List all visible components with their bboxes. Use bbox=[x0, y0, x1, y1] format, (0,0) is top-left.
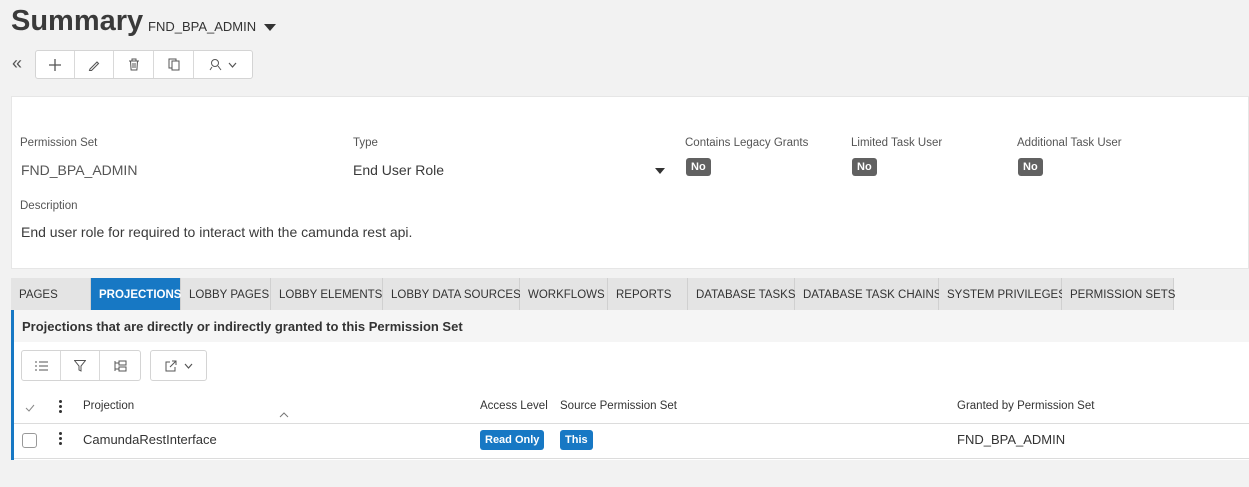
collapse-icon[interactable]: « bbox=[12, 54, 22, 72]
permission-set-label: Permission Set bbox=[20, 137, 98, 149]
granted-by-cell: FND_BPA_ADMIN bbox=[957, 432, 1066, 447]
filter-button[interactable] bbox=[61, 351, 100, 380]
row-menu-icon[interactable] bbox=[59, 432, 63, 447]
limited-task-user-label: Limited Task User bbox=[851, 137, 943, 149]
projections-panel: Projections that are directly or indirec… bbox=[11, 310, 1249, 460]
type-select[interactable]: End User Role bbox=[353, 162, 444, 178]
add-icon bbox=[49, 58, 61, 71]
tab-reports[interactable]: Reports bbox=[608, 278, 688, 311]
command-toolbar bbox=[35, 50, 253, 79]
additional-task-user-badge: No bbox=[1018, 158, 1043, 176]
permission-set-value: FND_BPA_ADMIN bbox=[21, 162, 138, 178]
duplicate-button[interactable] bbox=[154, 51, 194, 78]
row-checkbox[interactable] bbox=[22, 433, 37, 448]
type-label: Type bbox=[353, 137, 378, 149]
access-level-badge: Read Only bbox=[480, 430, 545, 450]
column-menu-icon[interactable] bbox=[59, 400, 63, 415]
delete-button[interactable] bbox=[114, 51, 154, 78]
copy-icon bbox=[168, 58, 179, 71]
header-divider bbox=[14, 423, 1249, 424]
tab-lobby-elements[interactable]: Lobby Elements bbox=[271, 278, 383, 311]
description-label: Description bbox=[20, 200, 78, 212]
tab-projections[interactable]: Projections bbox=[91, 278, 181, 311]
export-button[interactable] bbox=[151, 351, 206, 380]
additional-task-user-label: Additional Task User bbox=[1017, 137, 1122, 149]
column-chooser-button[interactable] bbox=[22, 351, 61, 380]
legacy-grants-badge: No bbox=[686, 158, 711, 176]
grouping-icon bbox=[114, 360, 126, 371]
delete-icon bbox=[128, 58, 139, 71]
filter-icon bbox=[74, 359, 86, 372]
page-title: Summary bbox=[11, 5, 144, 37]
caret-down-icon[interactable] bbox=[655, 168, 665, 174]
column-header-projection[interactable]: Projection bbox=[83, 400, 134, 412]
grid-toolbar bbox=[21, 350, 141, 381]
tab-lobby-pages[interactable]: Lobby Pages bbox=[181, 278, 271, 311]
permission-set-form: Permission Set FND_BPA_ADMIN Type End Us… bbox=[11, 96, 1249, 269]
panel-header: Projections that are directly or indirec… bbox=[14, 310, 1249, 342]
select-all-check-icon[interactable] bbox=[25, 404, 35, 412]
tab-database-tasks[interactable]: Database Tasks bbox=[688, 278, 796, 311]
tab-database-task-chains[interactable]: Database Task Chains bbox=[795, 278, 941, 311]
projection-cell: CamundaRestInterface bbox=[83, 432, 217, 447]
context-label: FND_BPA_ADMIN bbox=[148, 19, 257, 34]
edit-icon bbox=[88, 60, 100, 71]
column-header-granted-by[interactable]: Granted by Permission Set bbox=[957, 400, 1094, 412]
list-icon bbox=[34, 361, 48, 370]
tab-bar: Pages Projections Lobby Pages Lobby Elem… bbox=[11, 278, 1175, 311]
tab-workflows[interactable]: Workflows bbox=[520, 278, 608, 311]
column-header-access-level[interactable]: Access Level bbox=[480, 400, 548, 412]
column-header-source-permission-set[interactable]: Source Permission Set bbox=[560, 400, 677, 412]
limited-task-user-badge: No bbox=[852, 158, 877, 176]
tab-lobby-data-sources[interactable]: Lobby Data Sources bbox=[383, 278, 521, 311]
export-dropdown[interactable] bbox=[150, 350, 207, 381]
caret-down-icon bbox=[264, 23, 277, 31]
context-selector[interactable]: FND_BPA_ADMIN bbox=[148, 19, 277, 34]
tab-pages[interactable]: Pages bbox=[11, 278, 91, 311]
export-icon bbox=[165, 360, 176, 371]
chevron-down-icon bbox=[184, 363, 192, 369]
source-badge: This bbox=[560, 430, 593, 450]
row-divider bbox=[14, 458, 1249, 459]
tab-system-privileges[interactable]: System Privileges bbox=[939, 278, 1066, 311]
chevron-down-icon bbox=[228, 62, 237, 68]
group-button[interactable] bbox=[100, 351, 140, 380]
actions-dropdown[interactable] bbox=[194, 51, 252, 78]
edit-button[interactable] bbox=[75, 51, 114, 78]
legacy-grants-label: Contains Legacy Grants bbox=[685, 137, 809, 149]
description-value: End user role for required to interact w… bbox=[21, 224, 413, 240]
panel-title: Projections that are directly or indirec… bbox=[22, 319, 463, 334]
add-button[interactable] bbox=[36, 51, 75, 78]
sort-ascending-icon[interactable] bbox=[279, 412, 289, 418]
actions-icon bbox=[209, 59, 222, 71]
tab-permission-sets[interactable]: Permission Sets bbox=[1062, 278, 1175, 311]
